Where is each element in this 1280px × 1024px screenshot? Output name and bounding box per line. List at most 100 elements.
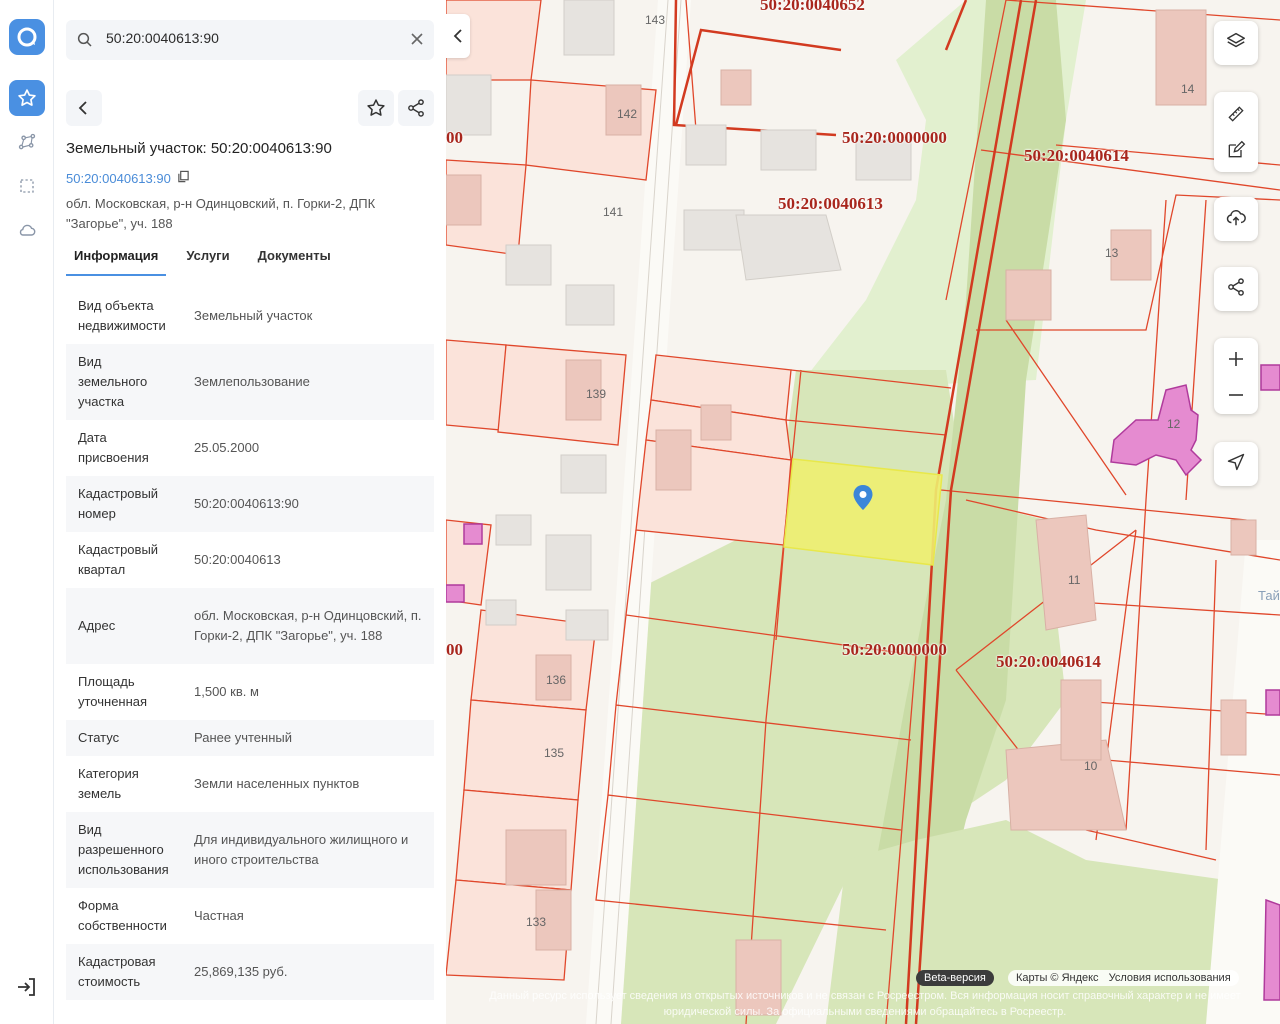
terms-link[interactable]: Условия использования — [1109, 972, 1231, 984]
house-number: 141 — [603, 205, 624, 219]
street-label: Тай — [1258, 588, 1280, 603]
quarter-label-edge: 00 — [446, 640, 463, 659]
info-key: Кадастровый квартал — [78, 542, 159, 577]
table-row: Форма собственности Частная — [66, 888, 434, 944]
info-key: Вид земельного участка — [66, 344, 182, 420]
search-input[interactable] — [106, 30, 396, 46]
map-attribution: Карты © Яндекс Условия использования — [1008, 970, 1239, 986]
quarter-label: 50:20:0040613 — [778, 194, 883, 213]
object-address: обл. Московская, р-н Одинцовский, п. Гор… — [66, 196, 376, 231]
back-button[interactable] — [66, 90, 102, 126]
copy-icon[interactable] — [177, 170, 190, 186]
upload-button[interactable] — [1214, 197, 1258, 241]
zoom-group — [1214, 338, 1258, 414]
house-number: 13 — [1105, 246, 1119, 260]
quarter-label: 50:20:0040614 — [1024, 146, 1129, 165]
info-value: Для индивидуального жилищного и иного ст… — [182, 812, 434, 888]
ruler-icon[interactable] — [1214, 96, 1258, 132]
info-key: Кадастровая стоимость — [66, 944, 182, 1000]
zoom-in-icon[interactable] — [1214, 341, 1258, 377]
quarter-label: 50:20:0040614 — [996, 652, 1101, 671]
clear-search-icon[interactable] — [410, 32, 424, 51]
house-number: 11 — [1068, 573, 1081, 587]
table-row: Вид земельного участка Землепользование — [66, 344, 434, 420]
house-number: 139 — [586, 387, 607, 401]
logout-icon[interactable] — [15, 975, 39, 1004]
routes-icon[interactable] — [9, 124, 45, 160]
info-value: 50:20:0040613:90 — [182, 476, 434, 532]
house-number: 14 — [1181, 82, 1195, 96]
navigation-arrow-icon[interactable] — [1226, 452, 1246, 477]
share-button[interactable] — [398, 90, 434, 126]
info-key: Категория земель — [78, 766, 139, 801]
table-row: Вид разрешенного использования Для индиви… — [66, 812, 434, 888]
info-value: Частная — [194, 908, 244, 923]
zoom-out-icon[interactable] — [1214, 377, 1258, 413]
tabs: Информация Услуги Документы — [66, 244, 351, 276]
disclaimer-text: Данный ресурс использует сведения из отк… — [489, 990, 1241, 1018]
table-row: Статус Ранее учтенный — [66, 720, 434, 756]
app-logo[interactable] — [9, 19, 45, 55]
cad-number-text[interactable]: 50:20:0040613:90 — [66, 171, 171, 186]
table-row: Кадастровая стоимость 25,869,135 руб. — [66, 944, 434, 1000]
cad-number-link[interactable]: 50:20:0040613:90 — [66, 170, 190, 186]
table-row: Вид объекта недвижимости Земельный участо… — [66, 288, 434, 344]
geolocation-button[interactable] — [1214, 442, 1258, 486]
beta-badge: Beta-версия — [916, 970, 994, 986]
object-title: Земельный участок: 50:20:0040613:90 — [66, 140, 332, 157]
info-value: 25.05.2000 — [194, 440, 260, 455]
cloud-icon[interactable] — [9, 212, 45, 248]
cloud-upload-icon[interactable] — [1225, 206, 1247, 233]
info-key: Адрес — [66, 588, 182, 664]
info-value: 1,500 кв. м — [194, 684, 259, 699]
quarter-label: 50:20:0000000 — [842, 128, 947, 147]
tab-info[interactable]: Информация — [66, 244, 167, 276]
share-icon[interactable] — [1226, 277, 1246, 302]
info-value: обл. Московская, р-н Одинцовский, п. Гор… — [182, 588, 434, 664]
table-row: Площадь уточненная 1,500 кв. м — [66, 664, 434, 720]
info-key: Вид объекта недвижимости — [78, 298, 166, 333]
tab-documents[interactable]: Документы — [250, 244, 339, 276]
info-value: 50:20:0040613 — [194, 552, 281, 567]
house-number: 12 — [1167, 417, 1181, 431]
tools-group — [1214, 92, 1258, 172]
quarter-label: 50:20:0000000 — [842, 640, 947, 659]
info-key: Статус — [66, 720, 182, 756]
quarter-label-edge: 00 — [446, 128, 463, 147]
layers-icon[interactable] — [1225, 30, 1247, 57]
info-value: 25,869,135 руб. — [182, 944, 434, 1000]
info-value: Ранее учтенный — [182, 720, 434, 756]
info-key: Дата присвоения — [78, 430, 149, 465]
info-panel: Земельный участок: 50:20:0040613:90 50:2… — [54, 0, 446, 1024]
tab-services[interactable]: Услуги — [178, 244, 237, 276]
house-number: 143 — [645, 13, 666, 27]
search-icon[interactable] — [76, 31, 94, 54]
table-row: Дата присвоения 25.05.2000 — [66, 420, 434, 476]
info-key: Форма собственности — [78, 898, 167, 933]
cadastral-map[interactable]: 50:20:0040652 50:20:0000000 50:20:004061… — [446, 0, 1280, 1024]
collapse-panel-button[interactable] — [446, 14, 470, 58]
edit-icon[interactable] — [1214, 132, 1258, 168]
info-key: Вид разрешенного использования — [66, 812, 182, 888]
map-share-button[interactable] — [1214, 267, 1258, 311]
copyright-text[interactable]: Карты © Яндекс — [1016, 972, 1099, 984]
favorites-star-icon[interactable] — [9, 80, 45, 116]
table-row: Кадастровый квартал 50:20:0040613 — [66, 532, 434, 588]
favorite-star-button[interactable] — [358, 90, 394, 126]
search-box — [66, 20, 434, 60]
house-number: 136 — [546, 673, 567, 687]
house-number: 133 — [526, 915, 547, 929]
layers-button[interactable] — [1214, 21, 1258, 65]
table-row: Кадастровый номер 50:20:0040613:90 — [66, 476, 434, 532]
info-value: Землепользование — [182, 344, 434, 420]
info-value: Земельный участок — [194, 308, 313, 323]
location-pin-icon[interactable] — [852, 484, 874, 517]
house-number: 10 — [1084, 759, 1098, 773]
left-rail — [0, 0, 54, 1024]
quarter-label: 50:20:0040652 — [760, 0, 865, 14]
house-number: 142 — [617, 107, 638, 121]
info-table: Вид объекта недвижимости Земельный участо… — [66, 288, 434, 1000]
area-select-icon[interactable] — [9, 168, 45, 204]
info-value: Земли населенных пунктов — [194, 776, 360, 791]
table-row: Категория земель Земли населенных пунктов — [66, 756, 434, 812]
